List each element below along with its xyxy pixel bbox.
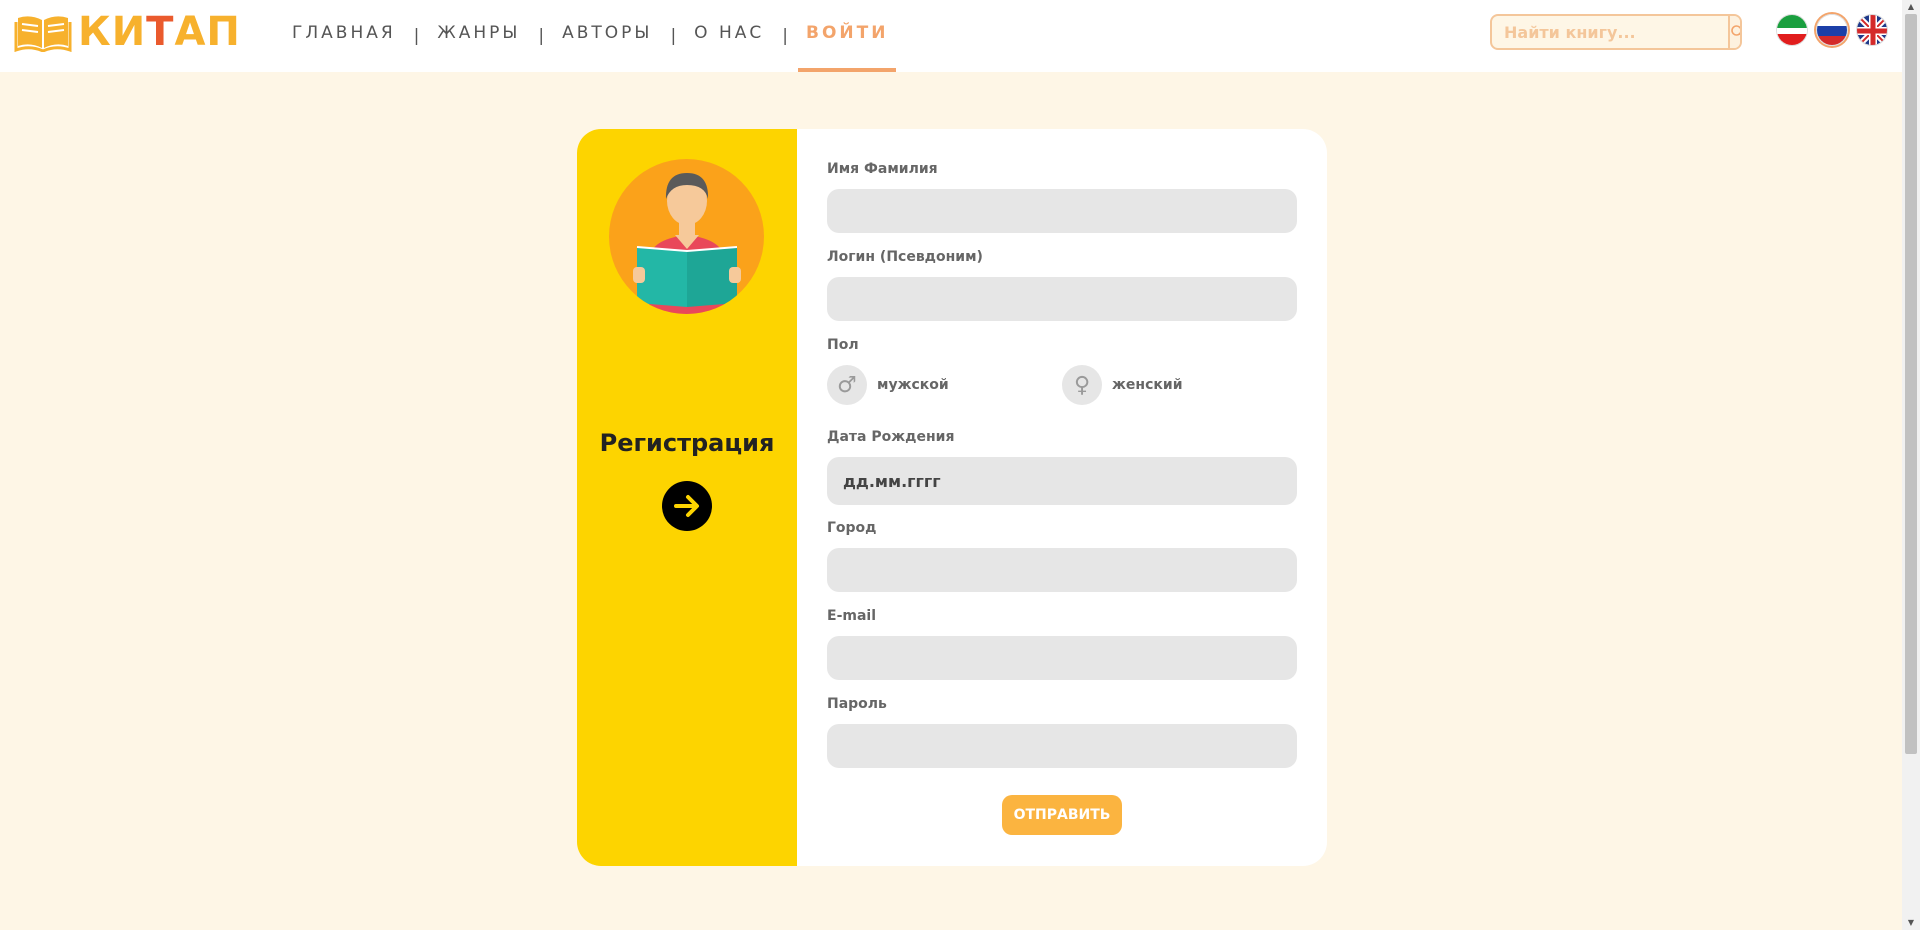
gender-female-option[interactable]: ♀ женский (1062, 365, 1183, 405)
submit-button[interactable]: ОТПРАВИТЬ (1002, 795, 1122, 835)
nav-login[interactable]: ВОЙТИ (797, 0, 897, 72)
nav-home[interactable]: ГЛАВНАЯ (292, 0, 396, 72)
nav-genres[interactable]: ЖАНРЫ (437, 0, 520, 72)
nav-separator: | (538, 26, 545, 46)
nav-authors[interactable]: АВТОРЫ (562, 0, 652, 72)
login-field[interactable] (827, 277, 1297, 321)
male-icon: ♂ (827, 365, 867, 405)
full-name-field[interactable] (827, 189, 1297, 233)
nav-separator: | (782, 26, 788, 46)
nav-separator: | (413, 26, 420, 46)
russian-flag-icon[interactable] (1816, 14, 1848, 46)
search-icon (1731, 25, 1740, 36)
password-field[interactable] (827, 724, 1297, 768)
search-button[interactable] (1728, 16, 1740, 48)
tatar-flag-icon[interactable] (1776, 14, 1808, 46)
registration-card: Регистрация Имя Фамилия Логин (Псевдоним… (577, 129, 1327, 866)
scroll-down-icon[interactable]: ▼ (1902, 916, 1920, 930)
gender-male-label: мужской (877, 377, 949, 393)
login-label: Логин (Псевдоним) (827, 249, 983, 265)
main-nav: ГЛАВНАЯ | ЖАНРЫ | АВТОРЫ | О НАС | ВОЙТИ (292, 0, 897, 72)
registration-sidebar: Регистрация (577, 129, 797, 866)
reader-avatar-icon (609, 159, 764, 314)
birthdate-label: Дата Рождения (827, 429, 955, 445)
registration-title: Регистрация (599, 429, 775, 457)
gender-label: Пол (827, 337, 859, 353)
email-field[interactable] (827, 636, 1297, 680)
scroll-thumb[interactable] (1905, 14, 1917, 754)
gender-male-option[interactable]: ♂ мужской (827, 365, 949, 405)
password-label: Пароль (827, 696, 887, 712)
nav-separator: | (670, 26, 677, 46)
logo-wordmark: КИТАП (78, 9, 241, 55)
top-header: КИТАП ГЛАВНАЯ | ЖАНРЫ | АВТОРЫ | О НАС |… (0, 0, 1902, 72)
city-label: Город (827, 520, 877, 536)
language-switcher (1776, 14, 1888, 46)
arrow-right-icon[interactable] (662, 481, 712, 531)
scroll-up-icon[interactable]: ▲ (1902, 0, 1920, 14)
search-box (1490, 14, 1742, 50)
email-label: E-mail (827, 608, 877, 624)
page-scrollbar[interactable]: ▲ ▼ (1902, 0, 1920, 930)
search-input[interactable] (1492, 16, 1728, 48)
uk-flag-icon[interactable] (1856, 14, 1888, 46)
gender-female-label: женский (1112, 377, 1183, 393)
female-icon: ♀ (1062, 365, 1102, 405)
open-book-icon (14, 16, 72, 52)
birthdate-field[interactable] (827, 457, 1297, 505)
nav-about[interactable]: О НАС (694, 0, 764, 72)
site-logo[interactable]: КИТАП (14, 12, 241, 52)
city-field[interactable] (827, 548, 1297, 592)
full-name-label: Имя Фамилия (827, 161, 938, 177)
